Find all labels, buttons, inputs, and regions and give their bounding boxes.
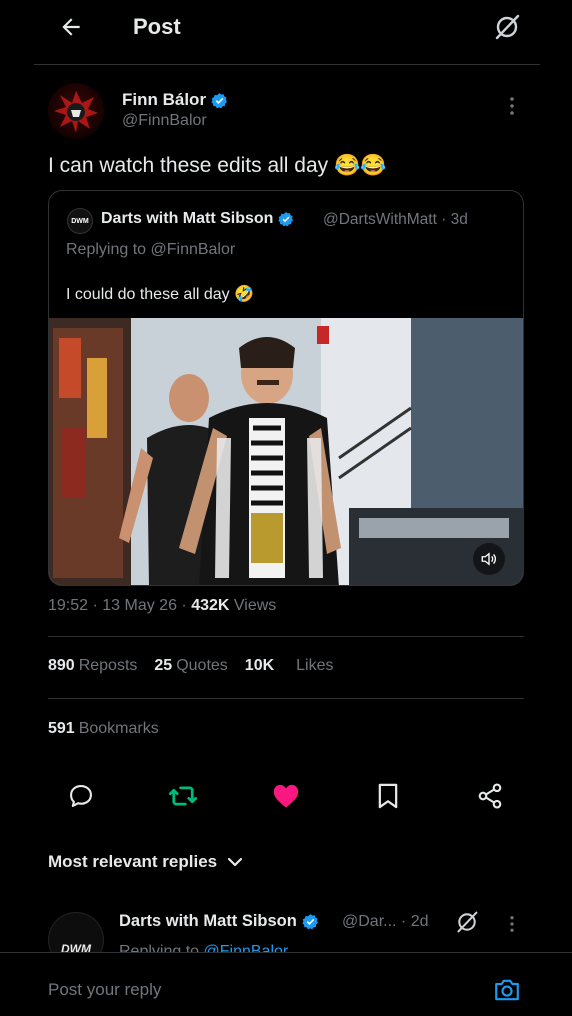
likes-label: Likes [296,657,334,674]
quotes-label: Quotes [176,657,228,674]
quote-avatar[interactable]: DWM [67,208,93,234]
page-title: Post [133,14,181,39]
replies-sort-toggle[interactable]: Most relevant replies [48,852,243,872]
bookmarks-count: 591 [48,720,75,737]
views-label: Views [229,597,277,614]
reply-composer: Post your reply [0,952,572,1016]
divider [48,636,524,637]
tweet-text: I can watch these edits all day 😂😂 [48,154,387,177]
more-icon [510,916,514,932]
author-name[interactable]: Finn Bálor [122,90,228,110]
reposts-count: 890 [48,657,75,674]
quotes-stat[interactable]: 25 Quotes [154,657,227,675]
avatar[interactable] [48,83,104,139]
reply-handle-time: @Dar... · 2d [342,913,429,930]
bookmark-button[interactable] [368,776,408,816]
quote-author-name[interactable]: Darts with Matt Sibson [101,210,294,228]
video-frame-image [49,318,523,585]
reposts-label: Reposts [78,657,138,674]
video-player[interactable] [49,318,523,585]
more-icon [510,97,514,115]
time-date: 19:52 · 13 May 26 · [48,597,192,614]
volume-button[interactable] [473,543,505,575]
volume-icon [481,552,496,566]
reply-input[interactable]: Post your reply [48,980,161,1000]
author-name-text: Finn Bálor [122,90,207,109]
back-arrow-icon [62,18,80,36]
bookmarks-stat[interactable]: 591 Bookmarks [48,720,159,738]
reply-author-name-text: Darts with Matt Sibson [119,912,297,930]
header-divider [34,64,540,65]
grok-icon [457,911,478,933]
quote-handle-time: @DartsWithMatt · 3d [323,211,468,228]
quote-text: I could do these all day 🤣 [66,286,255,303]
camera-button[interactable] [492,975,522,1005]
reply-icon [70,785,92,807]
divider [48,698,524,699]
share-icon [478,783,502,809]
bookmark-icon [378,783,398,809]
reposts-stat[interactable]: 890 Reposts [48,657,137,675]
chevron-down-icon [228,857,243,867]
top-bar: Post [0,0,572,58]
verified-icon [302,914,318,930]
quote-author-name-text: Darts with Matt Sibson [101,210,274,227]
reply-author-name[interactable]: Darts with Matt Sibson [119,912,319,931]
verified-icon [211,92,227,108]
back-button[interactable] [54,10,88,44]
like-icon [273,784,299,808]
verified-icon [278,212,294,227]
like-button[interactable] [266,776,306,816]
repost-button[interactable] [163,776,203,816]
camera-icon [495,979,519,1001]
quoted-post[interactable]: DWM Darts with Matt Sibson @DartsWithMat… [48,190,524,586]
likes-count: 10K [244,657,275,674]
grok-icon [495,14,520,40]
quotes-count: 25 [154,657,173,674]
action-bar [0,776,572,816]
likes-stat[interactable]: 10K Likes [245,657,334,675]
repost-icon [168,786,198,806]
author-handle[interactable]: @FinnBalor [122,112,207,130]
bookmarks-label: Bookmarks [78,720,159,737]
post-timestamp: 19:52 · 13 May 26 · 432K Views [48,597,276,615]
reply-button[interactable] [61,776,101,816]
avatar-logo-image [54,91,98,133]
views-count: 432K [191,597,230,614]
quote-replying-to: Replying to @FinnBalor [66,241,236,258]
share-button[interactable] [470,776,510,816]
more-button[interactable] [500,94,524,118]
replies-sort-label: Most relevant replies [48,852,218,871]
reply-grok-button[interactable] [453,908,481,936]
reply-more-button[interactable] [503,912,521,936]
engagement-stats: 890 Reposts 25 Quotes 10K Likes [48,657,334,675]
grok-button[interactable] [490,10,524,44]
